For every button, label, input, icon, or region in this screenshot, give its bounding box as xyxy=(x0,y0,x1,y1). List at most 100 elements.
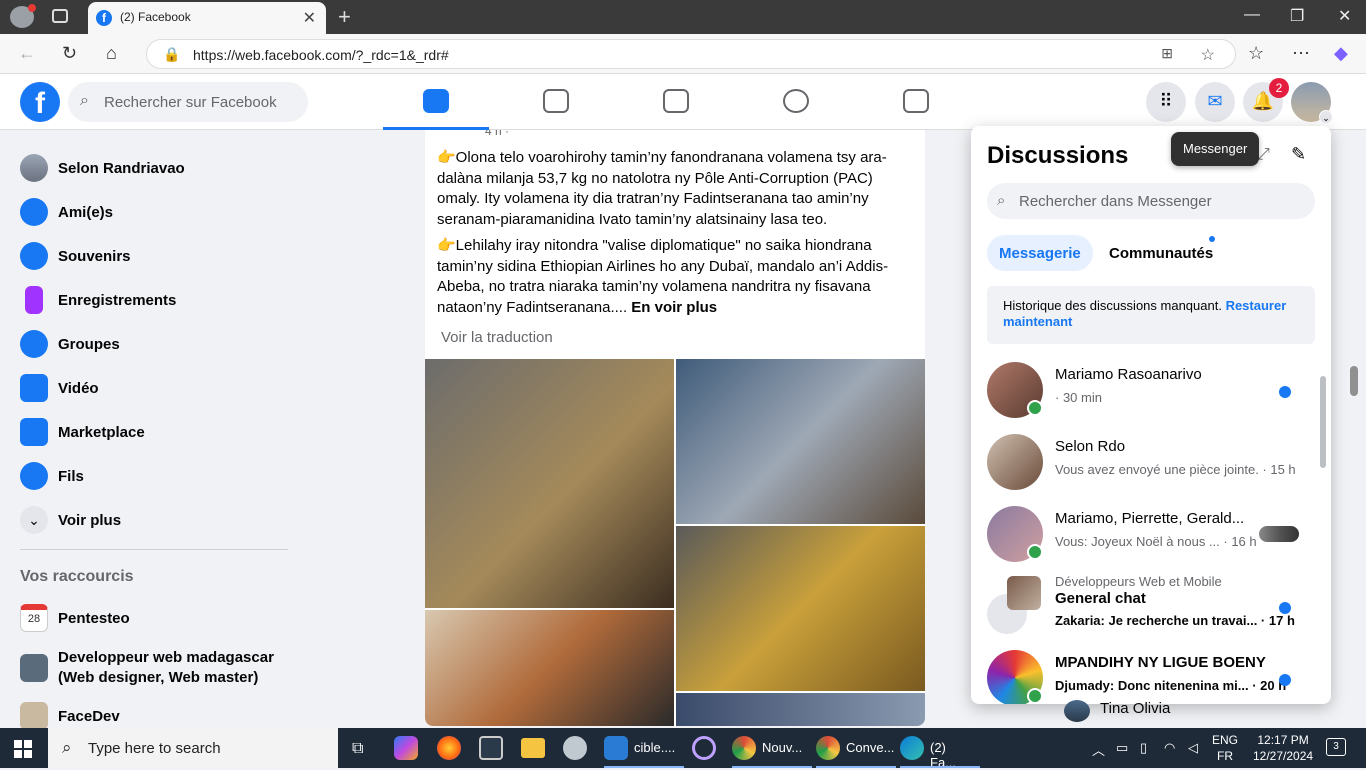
marketplace-icon xyxy=(663,89,689,113)
post-photo[interactable] xyxy=(676,359,925,524)
windows-taskbar: ⌕ Type here to search ⧉ cible.... Nouv..… xyxy=(0,728,1366,770)
refresh-icon[interactable]: ↻ xyxy=(62,43,77,64)
edge-icon xyxy=(900,736,924,760)
taskbar-clock[interactable]: 12:17 PM 12/27/2024 xyxy=(1253,732,1313,764)
sidebar-item-groups[interactable]: Groupes xyxy=(20,324,290,368)
shortcut-dev-web-madagascar[interactable]: Developpeur web madagascar (Web designer… xyxy=(20,642,290,694)
translate-link[interactable]: Voir la traduction xyxy=(441,329,553,346)
unread-dot xyxy=(1279,386,1291,398)
contact-avatar[interactable] xyxy=(1064,700,1090,722)
tray-overflow-icon[interactable]: ︿ xyxy=(1092,740,1105,759)
back-icon[interactable]: ← xyxy=(18,43,36,64)
grid-menu-icon: ⠿ xyxy=(1159,91,1173,111)
conversation-item[interactable]: Développeurs Web et Mobile General chat … xyxy=(979,572,1319,644)
facebook-search[interactable]: ⌕ Rechercher sur Facebook xyxy=(68,82,308,122)
chevron-down-icon: ⌄ xyxy=(20,506,48,534)
close-window-icon[interactable]: ✕ xyxy=(1338,6,1351,26)
shortcut-pentesteo[interactable]: 28 Pentesteo xyxy=(20,598,290,642)
browser-profile-icon[interactable] xyxy=(10,4,36,28)
notification-center-icon[interactable]: 3 xyxy=(1326,738,1346,756)
sidebar-item-marketplace[interactable]: Marketplace xyxy=(20,412,290,456)
wifi-icon[interactable]: ◠ xyxy=(1164,740,1175,756)
sidebar-item-label: Groupes xyxy=(58,336,120,353)
taskbar-app-label: Conve... xyxy=(846,740,895,755)
file-explorer-icon[interactable] xyxy=(521,738,545,758)
messenger-panel: Discussions ⤢ ✎ ⌕ Rechercher dans Messen… xyxy=(971,126,1331,704)
messenger-scrollbar[interactable] xyxy=(1320,376,1326,468)
post-meta: 4 h · xyxy=(485,130,510,138)
search-placeholder[interactable]: Rechercher sur Facebook xyxy=(104,94,277,111)
taskbar-search-placeholder[interactable]: Type here to search xyxy=(88,740,221,757)
lang-top: ENG xyxy=(1212,733,1239,747)
copilot-icon[interactable] xyxy=(394,736,418,760)
new-tab-button[interactable]: + xyxy=(338,4,351,30)
taskbar-search[interactable]: ⌕ Type here to search xyxy=(48,728,338,768)
sidebar-item-saved[interactable]: Enregistrements xyxy=(20,280,290,324)
copilot-icon[interactable]: ◆ xyxy=(1334,43,1348,64)
language-indicator[interactable]: ENG FR xyxy=(1212,732,1238,764)
conversation-name: Selon Rdo xyxy=(1055,438,1126,455)
sidebar-item-friends[interactable]: Ami(e)s xyxy=(20,192,290,236)
restore-icon[interactable]: ❐ xyxy=(1290,6,1304,26)
tab-actions-icon[interactable] xyxy=(52,9,68,23)
calendar-app-icon[interactable] xyxy=(479,736,503,760)
firefox-icon[interactable] xyxy=(437,736,461,760)
conversation-name: General chat xyxy=(1055,590,1146,607)
nav-marketplace[interactable] xyxy=(623,74,729,130)
conversation-preview: Djumady: Donc nitenenina mi... · 20 h xyxy=(1055,678,1287,693)
post-photo[interactable] xyxy=(425,610,674,726)
app-available-icon[interactable]: ⊞ xyxy=(1161,45,1173,62)
contact-name[interactable]: Tina Olivia xyxy=(1100,700,1170,717)
facebook-header: f ⌕ Rechercher sur Facebook ⠿ ✉ 🔔 2 ⌄ xyxy=(0,74,1366,130)
more-menu-icon[interactable]: ⋯ xyxy=(1292,43,1310,64)
sidebar-item-video[interactable]: Vidéo xyxy=(20,368,290,412)
url-text[interactable]: https://web.facebook.com/?_rdc=1&_rdr# xyxy=(193,47,449,63)
sidebar-item-feeds[interactable]: Fils xyxy=(20,456,290,500)
conversation-item[interactable]: Selon Rdo Vous avez envoyé une pièce joi… xyxy=(979,428,1319,500)
post-photo[interactable] xyxy=(676,693,925,726)
conversation-item[interactable]: Mariamo Rasoanarivo · 30 min xyxy=(979,356,1319,428)
nav-home[interactable] xyxy=(383,74,489,130)
new-message-icon[interactable]: ✎ xyxy=(1291,144,1306,165)
task-view-icon[interactable]: ⧉ xyxy=(352,740,363,758)
conversation-preview: · 30 min xyxy=(1055,390,1102,405)
marketplace-icon xyxy=(20,418,48,446)
page-scrollbar[interactable] xyxy=(1350,366,1358,396)
see-more-link[interactable]: En voir plus xyxy=(631,299,717,316)
conversation-item[interactable]: Mariamo, Pierrette, Gerald... Vous: Joye… xyxy=(979,500,1319,572)
sidebar-item-label: Voir plus xyxy=(58,512,122,529)
sidebar-item-label: Fils xyxy=(58,468,84,485)
sidebar-item-see-more[interactable]: ⌄ Voir plus xyxy=(20,500,290,544)
feeds-icon xyxy=(20,462,48,490)
address-bar[interactable]: 🔒 https://web.facebook.com/?_rdc=1&_rdr#… xyxy=(146,39,1236,69)
facebook-logo-icon[interactable]: f xyxy=(20,82,60,122)
home-icon[interactable]: ⌂ xyxy=(106,43,117,64)
account-avatar[interactable]: ⌄ xyxy=(1291,82,1333,124)
device-icon[interactable]: ▭ xyxy=(1116,740,1128,756)
post-photo[interactable] xyxy=(676,526,925,691)
conversation-item[interactable]: MPANDIHY NY LIGUE BOENY Djumady: Donc ni… xyxy=(979,644,1319,704)
nav-video[interactable] xyxy=(503,74,609,130)
post-photo[interactable] xyxy=(425,359,674,608)
volume-icon[interactable]: ◁ xyxy=(1188,740,1198,756)
media-icon[interactable] xyxy=(692,736,716,760)
close-tab-icon[interactable]: ✕ xyxy=(303,8,316,28)
favorite-star-icon[interactable]: ☆ xyxy=(1201,45,1215,65)
nav-groups[interactable] xyxy=(743,74,849,130)
sidebar-item-profile[interactable]: Selon Randriavao xyxy=(20,148,290,192)
nav-gaming[interactable] xyxy=(863,74,969,130)
messenger-button[interactable]: ✉ xyxy=(1195,82,1235,122)
battery-icon[interactable]: ▯ xyxy=(1140,740,1147,756)
sidebar-item-memories[interactable]: Souvenirs xyxy=(20,236,290,280)
windows-start-icon[interactable] xyxy=(14,740,32,758)
favorites-icon[interactable]: ☆ xyxy=(1248,43,1264,64)
minimize-icon[interactable]: — xyxy=(1244,6,1260,24)
tab-messagerie[interactable]: Messagerie xyxy=(987,235,1093,271)
messenger-search-placeholder[interactable]: Rechercher dans Messenger xyxy=(1019,193,1212,210)
menu-button[interactable]: ⠿ xyxy=(1146,82,1186,122)
paint-icon[interactable] xyxy=(563,736,587,760)
messenger-search[interactable]: ⌕ Rechercher dans Messenger xyxy=(987,183,1315,219)
tab-communautes[interactable]: Communautés xyxy=(1097,235,1225,271)
browser-tab-facebook[interactable]: f (2) Facebook ✕ xyxy=(88,2,326,34)
lock-icon[interactable]: 🔒 xyxy=(163,46,180,63)
